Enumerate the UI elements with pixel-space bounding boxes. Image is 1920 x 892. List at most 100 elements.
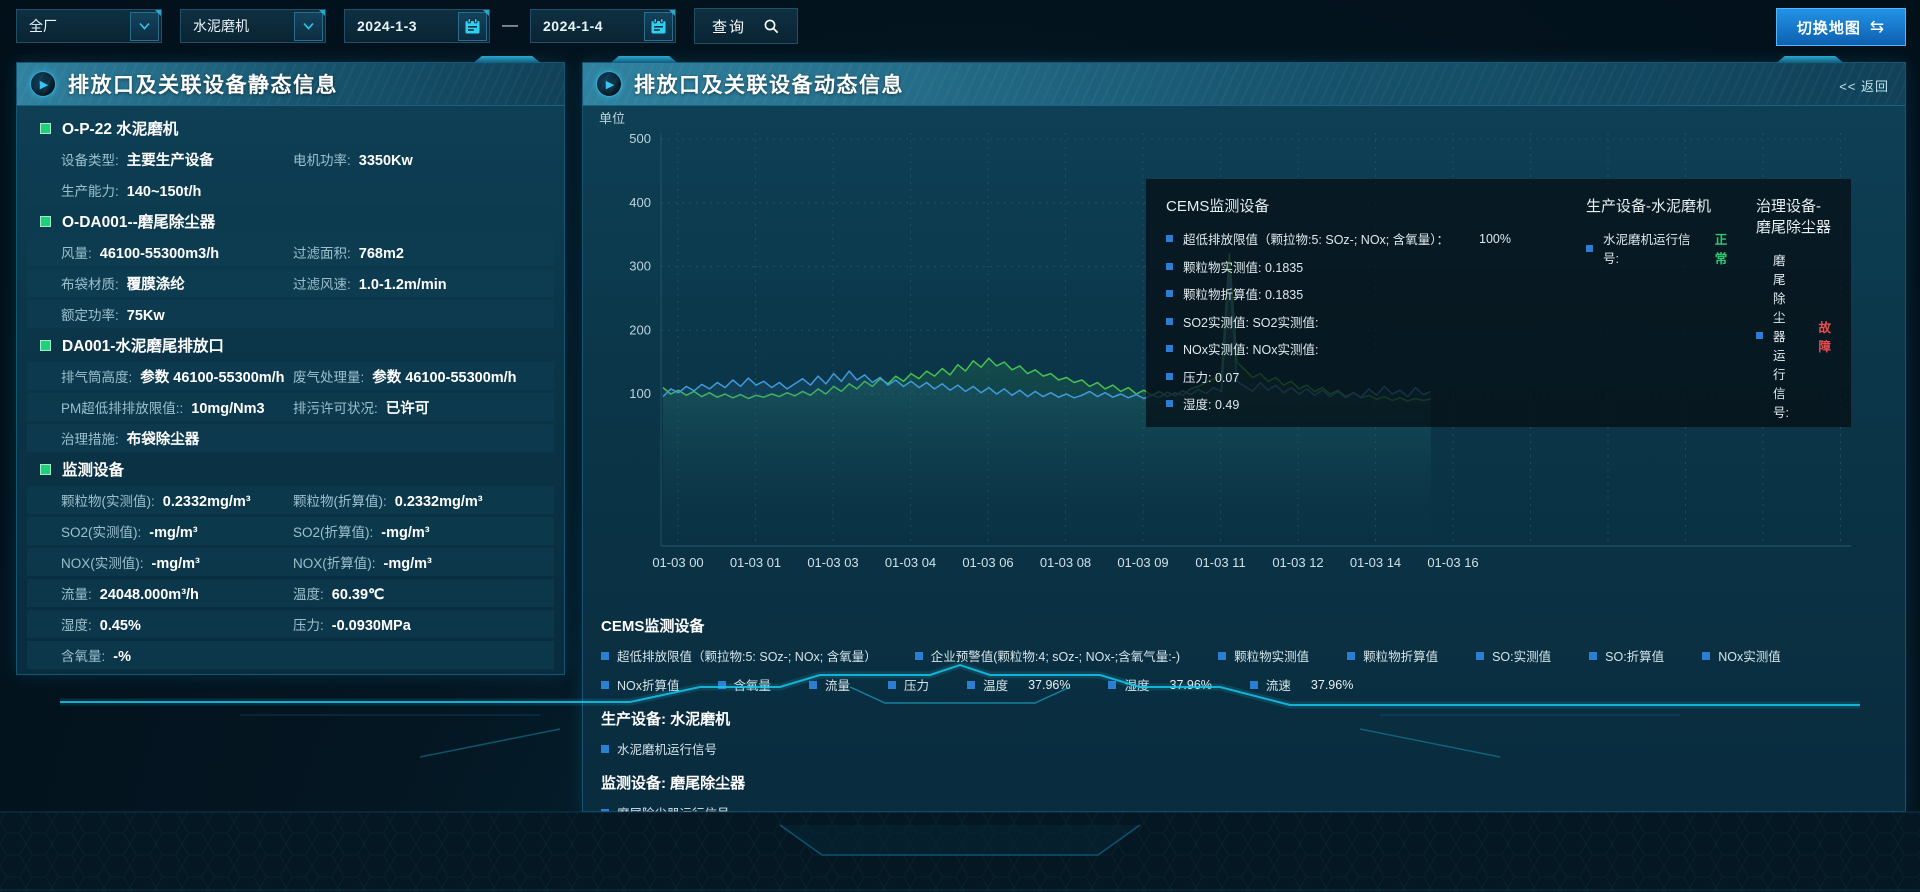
end-date-value: 2024-1-4 xyxy=(543,18,603,34)
legend-item[interactable]: NOx折算值 xyxy=(601,675,680,694)
legend-item-value: 37.96% xyxy=(1028,678,1070,692)
svg-text:100: 100 xyxy=(629,386,651,401)
legend-item-label: 压力 xyxy=(904,675,929,694)
info-row: 风量:46100-55300m3/h过滤面积:768m2 xyxy=(27,238,554,266)
legend-item[interactable]: 含氧量 xyxy=(718,675,772,694)
legend-item[interactable]: 温度37.96% xyxy=(967,675,1070,694)
info-cell: 压力:-0.0930MPa xyxy=(293,614,411,634)
legend-item[interactable]: 磨尾除尘器运行信号 xyxy=(601,803,730,822)
legend-item[interactable]: 企业预警值(颗粒物:4; sOz-; NOx-;含氧气量:-) xyxy=(915,646,1180,665)
info-value: 60.39℃ xyxy=(332,587,385,603)
info-label: 过滤风速: xyxy=(293,273,351,293)
calendar-icon[interactable] xyxy=(458,12,487,41)
info-value: 参数 46100-55300m/h xyxy=(140,366,284,387)
legend-square-icon xyxy=(967,681,975,689)
info-cell: 废气处理量:参数 46100-55300m/h xyxy=(293,366,517,387)
tooltip-item: 磨尾除尘器运行信号:故障 xyxy=(1756,250,1831,421)
legend-item[interactable]: 流速37.96% xyxy=(1250,675,1353,694)
legend-item-label: 流速 xyxy=(1266,675,1291,694)
info-row: 布袋材质:覆膜涤纶过滤风速:1.0-1.2m/min xyxy=(27,269,554,297)
tooltip-item: 颗粒物实测值: 0.1835 xyxy=(1166,257,1566,276)
start-date-input[interactable]: 2024-1-3 xyxy=(344,9,490,43)
svg-text:500: 500 xyxy=(629,131,651,146)
section-bullet-icon xyxy=(40,123,51,134)
date-range-separator: — xyxy=(502,17,518,35)
legend-square-icon xyxy=(915,652,923,660)
legend-item[interactable]: 水泥磨机运行信号 xyxy=(601,739,717,758)
info-label: SO2(实测值): xyxy=(61,521,141,541)
info-cell: 颗粒物(实测值):0.2332mg/m³ xyxy=(61,490,293,510)
play-icon: ▶ xyxy=(30,71,56,97)
legend-item-label: 磨尾除尘器运行信号 xyxy=(617,803,730,822)
legend-item[interactable]: 超低排放限值（颗拉物:5: SOz-; NOx; 含氧量） xyxy=(601,646,877,665)
info-value: 24048.000m³/h xyxy=(100,587,199,603)
plant-select[interactable]: 全厂 xyxy=(16,9,162,43)
start-date-value: 2024-1-3 xyxy=(357,18,417,34)
tooltip-item-label: 压力: 0.07 xyxy=(1183,367,1239,386)
legend-item[interactable]: 流量 xyxy=(809,675,850,694)
legend-item[interactable]: 湿度37.96% xyxy=(1108,675,1211,694)
info-cell: 含氧量:-% xyxy=(61,645,293,665)
legend-item[interactable]: SO:实测值 xyxy=(1476,646,1551,665)
switch-map-label: 切换地图 xyxy=(1797,17,1861,38)
legend-item-label: 水泥磨机运行信号 xyxy=(617,739,717,758)
svg-text:01-03 11: 01-03 11 xyxy=(1195,555,1245,570)
legend-square-icon xyxy=(809,681,817,689)
end-date-input[interactable]: 2024-1-4 xyxy=(530,9,676,43)
info-label: 电机功率: xyxy=(293,149,351,169)
svg-text:01-03 03: 01-03 03 xyxy=(807,555,858,570)
legend-item-label: NOx实测值 xyxy=(1718,646,1781,665)
play-icon: ▶ xyxy=(596,71,622,97)
tooltip-column-title: 生产设备-水泥磨机 xyxy=(1586,195,1736,216)
legend-square-icon xyxy=(1702,652,1710,660)
info-cell: PM超低排排放限值::10mg/Nm3 xyxy=(61,397,293,417)
tooltip-item: 压力: 0.07 xyxy=(1166,367,1566,386)
legend-row: 超低排放限值（颗拉物:5: SOz-; NOx; 含氧量） 企业预警值(颗粒物:4… xyxy=(601,646,1887,665)
info-row: 设备类型: 主要生产设备 电机功率:3350Kw xyxy=(27,145,554,173)
tooltip-column: CEMS监测设备超低排放限值（颗拉物:5: SOz-; NOx; 含氧量）：10… xyxy=(1166,195,1566,411)
info-value: 0.45% xyxy=(100,618,141,634)
chevron-down-icon[interactable] xyxy=(130,12,159,41)
switch-map-button[interactable]: 切换地图 ⇆ xyxy=(1776,8,1906,46)
tooltip-item-value: 故障 xyxy=(1818,317,1831,355)
legend-item-label: NOx折算值 xyxy=(617,675,680,694)
device-select[interactable]: 水泥磨机 xyxy=(180,9,326,43)
svg-text:01-03 01: 01-03 01 xyxy=(730,555,781,570)
calendar-icon[interactable] xyxy=(644,12,673,41)
legend-item-label: 颗粒物实测值 xyxy=(1234,646,1309,665)
legend-item[interactable]: 压力 xyxy=(888,675,929,694)
info-label: 过滤面积: xyxy=(293,242,351,262)
tooltip-column-title: 治理设备-磨尾除尘器 xyxy=(1756,195,1831,237)
tooltip-item: 水泥磨机运行信号:正常 xyxy=(1586,229,1736,267)
legend-item[interactable]: NOx实测值 xyxy=(1702,646,1781,665)
tooltip-item-label: SO2实测值: SO2实测值: xyxy=(1183,312,1318,331)
info-label: PM超低排排放限值:: xyxy=(61,397,183,417)
tooltip-item: 湿度: 0.49 xyxy=(1166,394,1566,413)
info-value: 主要生产设备 xyxy=(127,149,214,170)
info-label: 压力: xyxy=(293,614,324,634)
info-cell: 排气筒高度:参数 46100-55300m/h xyxy=(61,366,293,387)
info-cell: 电机功率:3350Kw xyxy=(293,149,413,169)
info-label: 设备类型: xyxy=(61,149,119,169)
legend-item-label: SO:实测值 xyxy=(1492,646,1551,665)
legend-square-icon xyxy=(601,681,609,689)
static-info-header: ▶ 排放口及关联设备静态信息 xyxy=(17,63,564,106)
info-cell: NOX(实测值):-mg/m³ xyxy=(61,552,293,572)
legend-item[interactable]: 颗粒物折算值 xyxy=(1347,646,1438,665)
legend-item[interactable]: 颗粒物实测值 xyxy=(1218,646,1309,665)
legend-item-label: SO:折算值 xyxy=(1605,646,1664,665)
back-link[interactable]: << 返回 xyxy=(1839,76,1889,95)
chart-legends: CEMS监测设备超低排放限值（颗拉物:5: SOz-; NOx; 含氧量）企业预… xyxy=(601,601,1887,832)
chevron-down-icon[interactable] xyxy=(294,12,323,41)
query-button[interactable]: 查询 xyxy=(694,8,798,44)
svg-text:200: 200 xyxy=(629,322,651,337)
legend-item-label: 颗粒物折算值 xyxy=(1363,646,1438,665)
info-cell: 额定功率:75Kw xyxy=(61,304,293,324)
legend-square-icon xyxy=(1166,345,1173,352)
info-cell: SO2(折算值):-mg/m³ xyxy=(293,521,430,541)
info-value: -mg/m³ xyxy=(384,556,432,572)
info-value: -% xyxy=(113,649,131,665)
legend-item[interactable]: SO:折算值 xyxy=(1589,646,1664,665)
dynamic-info-panel: ▶ 排放口及关联设备动态信息 << 返回 100200300400500单位01… xyxy=(582,62,1906,812)
legend-square-icon xyxy=(1166,400,1173,407)
